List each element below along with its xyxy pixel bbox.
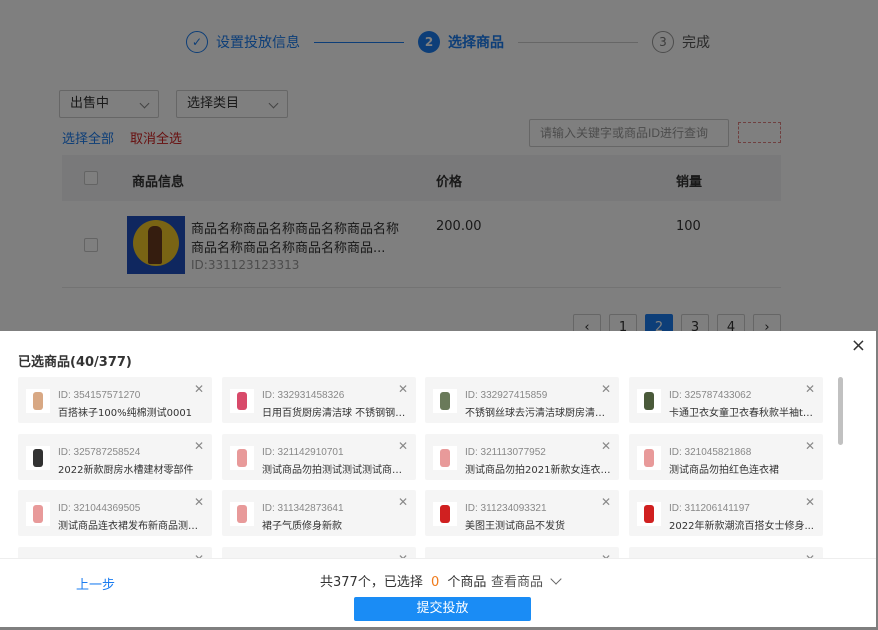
card-product-name: 裙子气质修身新款 [262,521,342,532]
selected-product-card: ID: 332927415859 不锈钢丝球去污清洁球厨房清洁... ✕ [425,377,619,423]
card-product-name: 测试商品勿拍2021新款女连衣裙... [465,465,611,476]
selected-product-card: ID: 321044369505 测试商品连衣裙发布新商品测试... ✕ [18,490,212,536]
remove-icon[interactable]: ✕ [805,382,815,396]
product-thumbnail-shape [33,392,43,410]
card-product-name: 美图王测试商品不发货 [465,521,565,532]
product-thumbnail-shape [33,449,43,467]
product-thumbnail [637,389,661,413]
selected-product-card: ID: 321142910701 测试商品勿拍测试测试测试商品... ✕ [222,434,416,480]
card-product-name: 测试商品勿拍红色连衣裙 [669,465,779,476]
card-product-id: ID: 354157571270 [58,390,141,401]
selected-product-card: ✕ [629,547,823,558]
card-product-id: ID: 311234093321 [465,503,547,514]
summary-suffix: 个商品 [447,575,487,590]
view-products-toggle[interactable]: 查看商品 [491,571,562,590]
summary-prefix: 共377个，已选择 [320,575,423,590]
selected-product-card: ID: 311342873641 裙子气质修身新款 ✕ [222,490,416,536]
selected-product-card: ✕ [425,547,619,558]
selected-product-card: ID: 311234093321 美图王测试商品不发货 ✕ [425,490,619,536]
product-thumbnail-shape [440,392,450,410]
remove-icon[interactable]: ✕ [398,495,408,509]
remove-icon[interactable]: ✕ [601,382,611,396]
selected-product-card: ID: 311206141197 2022年新款潮流百搭女士修身... ✕ [629,490,823,536]
card-product-name: 2022年新款潮流百搭女士修身... [669,521,814,532]
product-thumbnail [433,446,457,470]
selected-product-card: ID: 321113077952 测试商品勿拍2021新款女连衣裙... ✕ [425,434,619,480]
card-product-id: ID: 321142910701 [262,447,344,458]
card-product-id: ID: 311206141197 [669,503,750,514]
card-product-id: ID: 321044369505 [58,503,141,514]
remove-icon[interactable]: ✕ [398,382,408,396]
scrollbar-thumb[interactable] [838,377,843,445]
selection-summary: 共377个，已选择 0 个商品 [320,571,486,590]
card-product-name: 卡通卫衣女童卫衣春秋款半袖t恤... [669,408,815,419]
product-thumbnail [26,446,50,470]
product-thumbnail-shape [644,392,654,410]
panel-title: 已选商品(40/377) [18,355,132,370]
product-thumbnail-shape [237,449,247,467]
product-thumbnail-shape [33,505,43,523]
product-thumbnail [230,502,254,526]
selected-product-card: ID: 321045821868 测试商品勿拍红色连衣裙 ✕ [629,434,823,480]
close-icon[interactable]: × [851,335,866,356]
remove-icon[interactable]: ✕ [194,495,204,509]
product-thumbnail [433,389,457,413]
selected-product-card: ✕ [18,547,212,558]
selected-product-card: ID: 354157571270 百搭袜子100%纯棉测试0001 ✕ [18,377,212,423]
card-product-id: ID: 311342873641 [262,503,344,514]
selected-product-card: ID: 332931458326 日用百货厨房清洁球 不锈钢钢丝... ✕ [222,377,416,423]
card-product-id: ID: 332931458326 [262,390,345,401]
summary-count: 0 [430,575,440,590]
product-thumbnail-shape [237,392,247,410]
selected-product-card: ✕ [222,547,416,558]
card-product-name: 百搭袜子100%纯棉测试0001 [58,408,193,419]
prev-step-button[interactable]: 上一步 [76,574,115,593]
card-product-id: ID: 325787258524 [58,447,141,458]
product-thumbnail [230,446,254,470]
card-product-id: ID: 321113077952 [465,447,546,458]
product-thumbnail [26,502,50,526]
remove-icon[interactable]: ✕ [194,439,204,453]
card-product-name: 2022新款厨房水槽建材零部件 [58,465,194,476]
card-product-id: ID: 325787433062 [669,390,752,401]
product-thumbnail [637,502,661,526]
remove-icon[interactable]: ✕ [194,382,204,396]
card-product-name: 测试商品勿拍测试测试测试商品... [262,465,408,476]
product-thumbnail-shape [644,449,654,467]
product-thumbnail [26,389,50,413]
card-product-id: ID: 332927415859 [465,390,548,401]
product-thumbnail-shape [237,505,247,523]
card-product-name: 不锈钢丝球去污清洁球厨房清洁... [465,408,611,419]
view-products-label: 查看商品 [491,575,544,590]
footer: 上一步 共377个，已选择 0 个商品 查看商品 提交投放 [0,558,876,627]
selected-product-card: ID: 325787258524 2022新款厨房水槽建材零部件 ✕ [18,434,212,480]
submit-button[interactable]: 提交投放 [354,597,531,621]
remove-icon[interactable]: ✕ [398,439,408,453]
product-thumbnail-shape [440,505,450,523]
card-product-name: 测试商品连衣裙发布新商品测试... [58,521,204,532]
card-product-name: 日用百货厨房清洁球 不锈钢钢丝... [262,408,408,419]
selected-products-panel: × 已选商品(40/377) ID: 354157571270 百搭袜子100%纯… [0,331,876,627]
remove-icon[interactable]: ✕ [601,495,611,509]
chevron-down-icon [550,573,562,585]
product-thumbnail-shape [440,449,450,467]
selected-products-grid: ID: 354157571270 百搭袜子100%纯棉测试0001 ✕ ID: 332… [18,377,826,558]
remove-icon[interactable]: ✕ [601,439,611,453]
product-thumbnail [433,502,457,526]
selected-product-card: ID: 325787433062 卡通卫衣女童卫衣春秋款半袖t恤... ✕ [629,377,823,423]
product-thumbnail [230,389,254,413]
card-product-id: ID: 321045821868 [669,447,752,458]
remove-icon[interactable]: ✕ [805,495,815,509]
remove-icon[interactable]: ✕ [805,439,815,453]
product-thumbnail [637,446,661,470]
product-thumbnail-shape [644,505,654,523]
